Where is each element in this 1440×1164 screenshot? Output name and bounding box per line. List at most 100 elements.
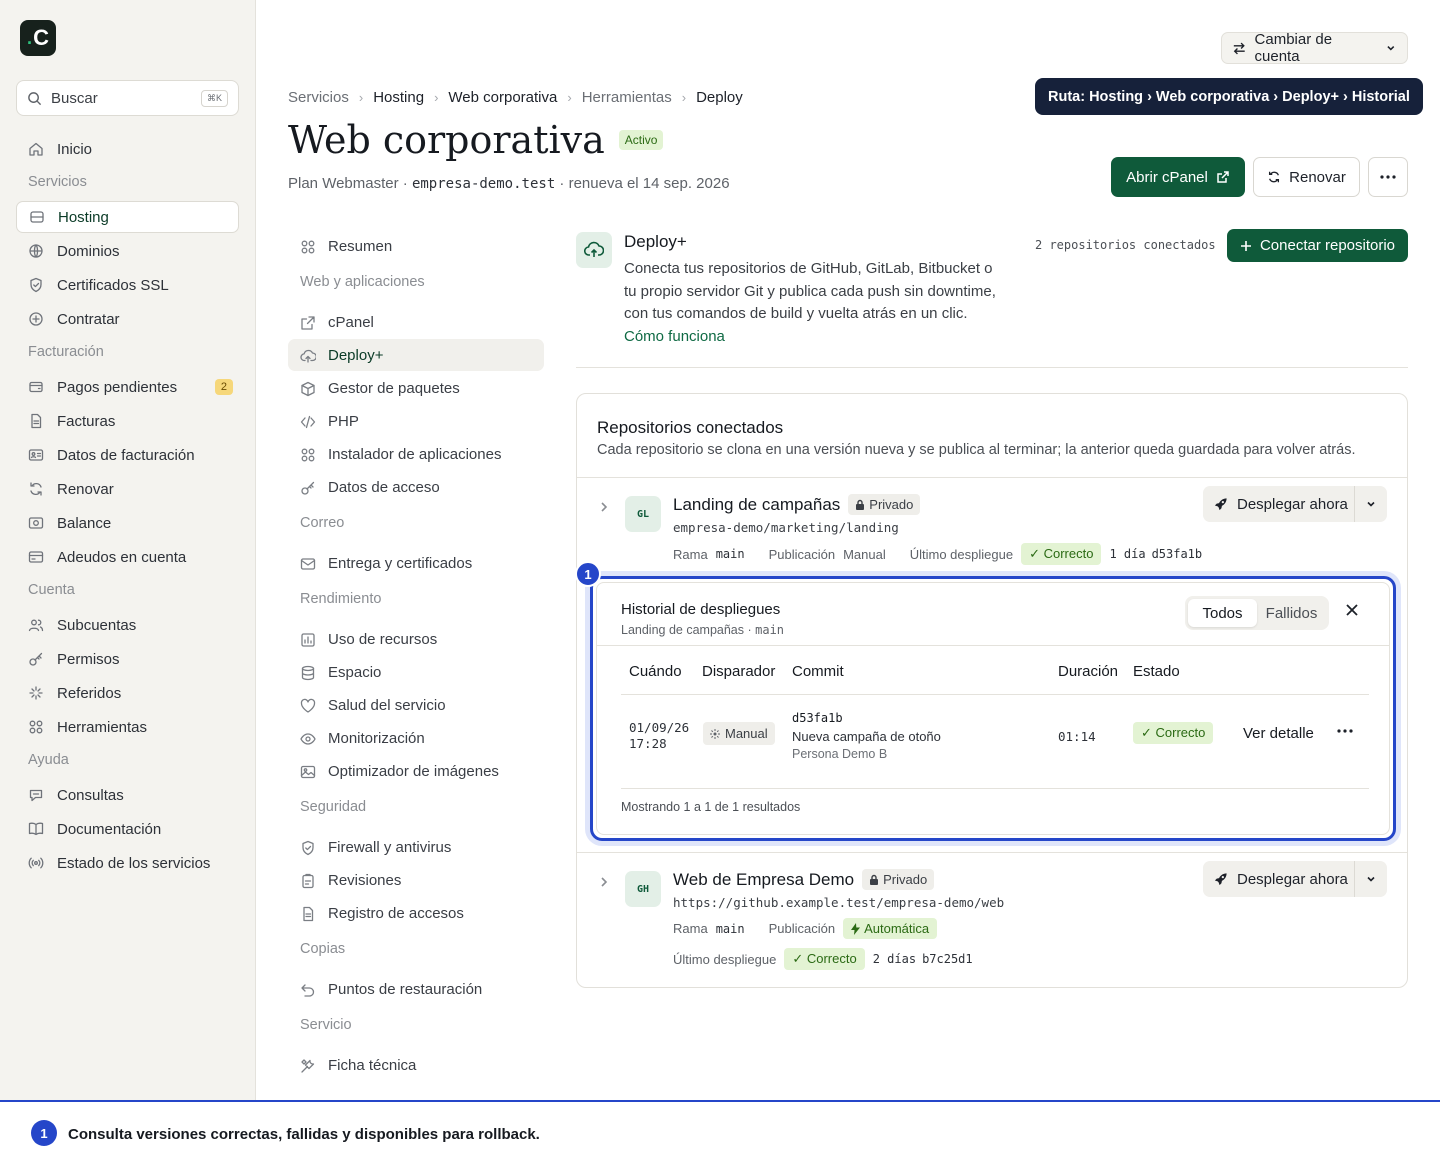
tab-todos[interactable]: Todos (1188, 599, 1257, 627)
renew-button[interactable]: Renovar (1253, 157, 1360, 197)
subnav-item-uso-de-recursos[interactable]: Uso de recursos (288, 623, 544, 655)
sidebar-item-consultas[interactable]: Consultas (16, 779, 239, 811)
subnav-item-revisiones[interactable]: Revisiones (288, 864, 544, 896)
close-icon[interactable] (1345, 603, 1359, 617)
callout-text: Consulta versiones correctas, fallidas y… (68, 1126, 540, 1143)
bolt-icon (851, 922, 861, 935)
commit-hash[interactable]: d53fa1b (1152, 547, 1203, 561)
repo-name-text[interactable]: Landing de campañas (673, 495, 840, 515)
sidebar-item-referidos[interactable]: Referidos (16, 677, 239, 709)
deploy-time: 17:28 (629, 736, 667, 751)
subnav-item-resumen[interactable]: Resumen (288, 230, 544, 262)
subnav-section-label: Copias (300, 941, 346, 957)
sidebar-item-datos-de-facturación[interactable]: Datos de facturación (16, 439, 239, 471)
sidebar-item-herramientas[interactable]: Herramientas (16, 711, 239, 743)
sidebar-item-subcuentas[interactable]: Subcuentas (16, 609, 239, 641)
col-header-cuando: Cuándo (629, 663, 682, 680)
cloud-upload-icon (576, 232, 612, 268)
breadcrumb-servicios[interactable]: Servicios (288, 89, 349, 106)
subnav-item-label: Gestor de paquetes (328, 379, 460, 397)
subnav-item-puntos-de-restauración[interactable]: Puntos de restauración (288, 973, 544, 1005)
more-actions-button[interactable] (1368, 157, 1408, 197)
deploy-now-label: Desplegar ahora (1237, 495, 1348, 513)
sidebar-item-certificados-ssl[interactable]: Certificados SSL (16, 269, 239, 301)
switch-account-button[interactable]: Cambiar de cuenta (1221, 31, 1408, 65)
row-more-icon[interactable] (1337, 729, 1353, 733)
breadcrumb-hosting[interactable]: Hosting (373, 89, 424, 106)
deploy-now-button[interactable]: Desplegar ahora (1203, 486, 1387, 522)
subnav-item-firewall-y-antivirus[interactable]: Firewall y antivirus (288, 831, 544, 863)
renewal-date: renueva el 14 sep. 2026 (568, 175, 730, 192)
commit-hash[interactable]: b7c25d1 (922, 952, 973, 966)
deploy-options-dropdown[interactable] (1355, 873, 1387, 885)
sidebar-item-balance[interactable]: Balance (16, 507, 239, 539)
sidebar-item-estado-de-los-servicios[interactable]: Estado de los servicios (16, 847, 239, 879)
sidebar-item-pagos-pendientes[interactable]: Pagos pendientes 2 (16, 371, 239, 403)
sidebar-item-permisos[interactable]: Permisos (16, 643, 239, 675)
sidebar-item-facturas[interactable]: Facturas (16, 405, 239, 437)
sidebar-item-documentación[interactable]: Documentación (16, 813, 239, 845)
repo-name: Web de Empresa Demo Privado (673, 869, 935, 890)
commit-hash[interactable]: d53fa1b (792, 711, 941, 725)
sidebar-item-dominios[interactable]: Dominios (16, 235, 239, 267)
deploy-now-button[interactable]: Desplegar ahora (1203, 861, 1387, 897)
subnav-item-php[interactable]: PHP (288, 405, 544, 437)
chevron-right-icon[interactable] (597, 500, 611, 514)
publish-auto-badge: Automática (843, 918, 938, 939)
deploy-options-dropdown[interactable] (1355, 498, 1387, 510)
subnav-item-salud-del-servicio[interactable]: Salud del servicio (288, 689, 544, 721)
chevron-down-icon (1367, 876, 1375, 882)
sidebar-item-contratar[interactable]: Contratar (16, 303, 239, 335)
sidebar-item-renovar[interactable]: Renovar (16, 473, 239, 505)
search-input[interactable]: Buscar ⌘K (16, 80, 239, 116)
heart-icon (300, 698, 316, 713)
sidebar-item-adeudos-en-cuenta[interactable]: Adeudos en cuenta (16, 541, 239, 573)
breadcrumb-web-corporativa[interactable]: Web corporativa (448, 89, 557, 106)
subnav-item-datos-de-acceso[interactable]: Datos de acceso (288, 471, 544, 503)
app-logo[interactable]: .C (20, 20, 56, 56)
repo-name-text[interactable]: Web de Empresa Demo (673, 870, 854, 890)
deploy-now-main[interactable]: Desplegar ahora (1203, 861, 1355, 897)
connect-repo-button[interactable]: Conectar repositorio (1227, 229, 1408, 262)
breadcrumb-herramientas[interactable]: Herramientas (582, 89, 672, 106)
last-deploy-label: Último despliegue (673, 951, 777, 967)
subnav-item-instalador-de-aplicaciones[interactable]: Instalador de aplicaciones (288, 438, 544, 470)
server-icon (29, 209, 45, 225)
subnav-item-espacio[interactable]: Espacio (288, 656, 544, 688)
repo-row: GH Web de Empresa Demo Privado https://g… (577, 852, 1407, 970)
subnav-item-cpanel[interactable]: cPanel (288, 306, 544, 338)
switch-account-label: Cambiar de cuenta (1254, 31, 1333, 65)
search-shortcut-badge: ⌘K (200, 89, 228, 107)
view-detail-link[interactable]: Ver detalle (1243, 725, 1314, 742)
subnav-item-deploy-[interactable]: Deploy+ (288, 339, 544, 371)
mail-icon (300, 556, 316, 571)
subnav-item-entrega-y-certificados[interactable]: Entrega y certificados (288, 547, 544, 579)
repos-title: Repositorios conectados (597, 418, 784, 437)
subnav-item-optimizador-de-imágenes[interactable]: Optimizador de imágenes (288, 755, 544, 787)
undo-icon (300, 982, 315, 997)
trigger-label: Manual (725, 726, 768, 741)
subnav-item-monitorización[interactable]: Monitorización (288, 722, 544, 754)
subnav-item-ficha-técnica[interactable]: Ficha técnica (288, 1049, 544, 1081)
subnav-item-registro-de-accesos[interactable]: Registro de accesos (288, 897, 544, 929)
subnav-item-label: Resumen (328, 237, 393, 255)
last-deploy-label: Último despliegue (909, 546, 1014, 562)
deploy-now-main[interactable]: Desplegar ahora (1203, 486, 1355, 522)
open-cpanel-button[interactable]: Abrir cPanel (1111, 157, 1245, 197)
refresh-icon (1269, 171, 1280, 183)
sidebar-item-hosting[interactable]: Hosting (16, 201, 239, 233)
repo-avatar: GL (625, 496, 661, 532)
hand-click-icon (710, 728, 720, 739)
repo-count: 2 repositorios conectados (1035, 238, 1216, 252)
users-icon (28, 617, 44, 633)
subnav-item-gestor-de-paquetes[interactable]: Gestor de paquetes (288, 372, 544, 404)
chevron-right-icon[interactable] (597, 875, 611, 889)
breadcrumb-separator-icon: › (567, 90, 572, 105)
visibility-badge: Privado (862, 869, 935, 890)
how-it-works-link[interactable]: Cómo funciona (624, 328, 725, 345)
sidebar-item-label: Renovar (57, 480, 114, 498)
deploy-status-badge: ✓ Correcto (1133, 722, 1214, 744)
subnav-section-label: Servicio (300, 1017, 352, 1033)
sidebar-item-inicio[interactable]: Inicio (16, 133, 239, 165)
tab-fallidos[interactable]: Fallidos (1257, 599, 1326, 627)
